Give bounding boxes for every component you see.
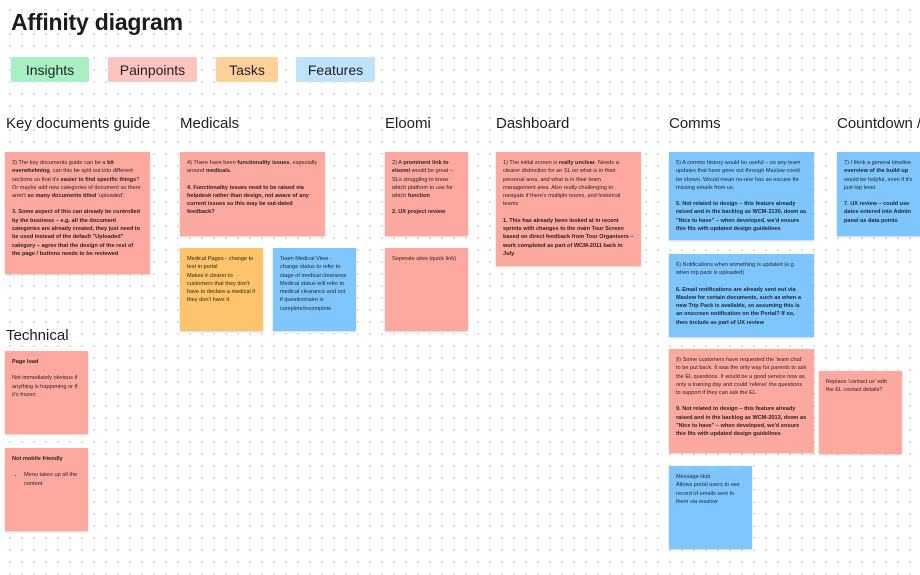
sticky-response: 1. This has already been looked at in re… (503, 217, 634, 257)
sticky-feedback: 7) I think a general timeline overview o… (844, 160, 913, 191)
sticky-feedback: 2) A prominent link to eloomi would be g… (392, 160, 453, 200)
sticky-heading: Page load (12, 359, 39, 365)
sticky-line: Team Medical View - change status to ref… (280, 256, 347, 279)
section-heading-eloomi: Eloomi (385, 115, 431, 132)
emphasis-text: prominent link to eloomi (392, 160, 449, 175)
legend-label: Tasks (229, 61, 265, 78)
section-heading-key-documents-guide: Key documents guide (6, 115, 151, 132)
section-heading-comms: Comms (669, 115, 721, 132)
sticky-note-team-medical-view-feature[interactable]: Team Medical View - change status to ref… (273, 248, 356, 331)
legend-label: Painpoints (119, 61, 186, 78)
sticky-line: Message Hub (676, 474, 711, 480)
section-heading-countdown: Countdown / (837, 115, 920, 132)
sticky-note-comms-team-chat[interactable]: 9) Some customers have requested the 'te… (669, 349, 814, 453)
sticky-heading: Not mobile friendly (12, 456, 63, 462)
sticky-note-replace-contact-us[interactable]: Replace 'contact us' with the EL contact… (819, 371, 902, 454)
sticky-feedback: 5) A comms history would be useful – so … (676, 160, 801, 191)
emphasis-text: functionality issues (237, 160, 290, 166)
sticky-text: Seperate sites (quick link) (392, 256, 457, 262)
emphasis-text: overview of the build up (844, 168, 909, 175)
emphasis-text: function (407, 193, 430, 200)
sticky-feedback: 6) Notifications when something is updat… (676, 262, 794, 277)
legend-painpoints[interactable]: Painpoints (108, 57, 197, 82)
sticky-note-dashboard[interactable]: 1) The initial screen is really unclear.… (496, 152, 641, 266)
section-heading-technical: Technical (6, 327, 69, 344)
sticky-response: 5. Not related to design – this feature … (676, 201, 807, 233)
sticky-line: Allows portal users to see record of ema… (676, 482, 740, 505)
sticky-bullet-list: Menu takes up all the content (12, 471, 81, 488)
emphasis-text: really unclear (558, 160, 595, 166)
sticky-note-page-load[interactable]: Page load Not immediately obvious if any… (5, 351, 88, 434)
sticky-feedback: 4) There have been functionality issues,… (187, 160, 318, 175)
sticky-note-message-hub[interactable]: Message Hub Allows portal users to see r… (669, 466, 752, 549)
sticky-note-medicals-functionality[interactable]: 4) There have been functionality issues,… (180, 152, 325, 236)
legend-tasks[interactable]: Tasks (216, 57, 278, 82)
sticky-response: 2. UX project review (392, 209, 446, 216)
sticky-response: 9. Not related to design – this feature … (676, 406, 807, 438)
sticky-note-medical-pages-task[interactable]: Medical Pages - change to text in portal… (180, 248, 263, 331)
sticky-feedback: 3) The key documents guide can be a bit … (12, 160, 141, 200)
sticky-response: 3. Some aspect of this can already be co… (12, 209, 141, 257)
sticky-note-key-documents[interactable]: 3) The key documents guide can be a bit … (5, 152, 150, 274)
sticky-response: 4. Functionality issues need to be raise… (187, 184, 309, 216)
sticky-note-countdown-timeline[interactable]: 7) I think a general timeline overview o… (837, 152, 920, 236)
emphasis-text: so many documents titled (27, 193, 97, 200)
sticky-feedback: 1) The initial screen is really unclear.… (503, 160, 621, 208)
sticky-line: Medical Pages - change to text in portal (187, 256, 254, 271)
sticky-response: 7. UX review – could use dates entered i… (844, 201, 911, 224)
page-title: Affinity diagram (11, 9, 183, 35)
sticky-bullet: Menu takes up all the content (24, 471, 81, 488)
sticky-note-not-mobile-friendly[interactable]: Not mobile friendly Menu takes up all th… (5, 448, 88, 531)
emphasis-text: easier to find specific things (60, 176, 137, 183)
sticky-line: Makes it clearer to customers that they … (187, 272, 256, 304)
sticky-note-comms-history[interactable]: 5) A comms history would be useful – so … (669, 152, 814, 240)
section-heading-dashboard: Dashboard (496, 115, 570, 132)
sticky-text: Not immediately obvious if anything is h… (12, 375, 78, 398)
sticky-note-eloomi-separate-sites[interactable]: Seperate sites (quick link) (385, 248, 468, 331)
sticky-text: Replace 'contact us' with the EL contact… (826, 379, 888, 394)
sticky-response: 6. Email notifications are already sent … (676, 286, 801, 326)
section-heading-medicals: Medicals (180, 115, 240, 132)
legend-label: Insights (25, 61, 75, 78)
emphasis-text: medicals (205, 168, 230, 175)
legend-features[interactable]: Features (296, 57, 375, 82)
sticky-note-eloomi-link[interactable]: 2) A prominent link to eloomi would be g… (385, 152, 468, 236)
legend-insights[interactable]: Insights (11, 57, 89, 82)
legend-label: Features (307, 61, 364, 78)
sticky-feedback: 9) Some customers have requested the 'te… (676, 357, 807, 397)
emphasis-text: bit overwhelming (12, 160, 114, 175)
sticky-line: Medical status will refer to medical cle… (280, 280, 346, 312)
sticky-note-comms-notifications[interactable]: 6) Notifications when something is updat… (669, 254, 814, 337)
